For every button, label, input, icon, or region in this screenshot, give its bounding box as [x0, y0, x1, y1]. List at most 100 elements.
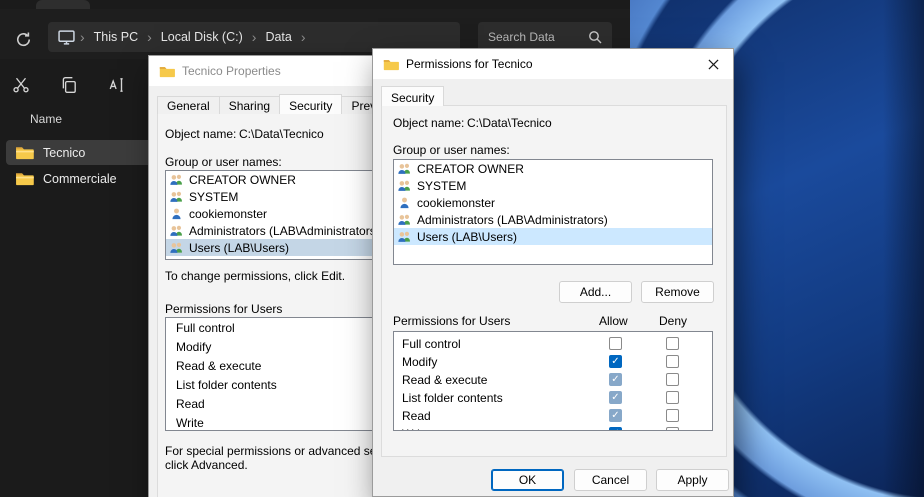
permissions-label: Permissions for Users — [165, 302, 282, 316]
group-icon — [397, 213, 412, 227]
group-icon — [169, 224, 184, 238]
group-list-item[interactable]: Administrators (LAB\Administrators) — [394, 211, 712, 228]
breadcrumb-item[interactable]: This PC — [86, 30, 146, 44]
breadcrumb-item[interactable]: Local Disk (C:) — [153, 30, 251, 44]
chevron-right-icon: › — [251, 29, 258, 45]
permission-name: Modify — [402, 355, 437, 369]
allow-checkbox: ✓ — [609, 373, 622, 386]
permission-name: Write — [176, 416, 204, 430]
deny-checkbox[interactable] — [666, 373, 679, 386]
group-list-item[interactable]: SYSTEM — [394, 177, 712, 194]
deny-column-label: Deny — [659, 314, 687, 328]
close-icon — [708, 59, 719, 70]
permissions-dialog: Permissions for Tecnico Security Object … — [372, 48, 734, 497]
group-name: Users (LAB\Users) — [417, 230, 517, 244]
permissions-dialog-title: Permissions for Tecnico — [406, 57, 533, 71]
group-list-label: Group or user names: — [393, 143, 510, 157]
group-list-item[interactable]: cookiemonster — [394, 194, 712, 211]
deny-checkbox[interactable] — [666, 409, 679, 422]
group-name: SYSTEM — [189, 190, 238, 204]
breadcrumb-item[interactable]: Data — [257, 30, 299, 44]
group-name: cookiemonster — [189, 207, 267, 221]
permission-name: Write — [402, 427, 430, 431]
allow-checkbox[interactable]: ✓ — [609, 427, 622, 431]
permission-row: Full control — [394, 335, 712, 353]
cancel-button[interactable]: Cancel — [574, 469, 647, 491]
group-list-label: Group or user names: — [165, 155, 282, 169]
group-icon — [397, 230, 412, 244]
user-icon — [169, 207, 184, 221]
permission-name: Modify — [176, 340, 211, 354]
chevron-right-icon: › — [146, 29, 153, 45]
search-icon — [588, 30, 602, 44]
object-name-label: Object name: — [393, 116, 464, 130]
tab-general[interactable]: General — [157, 96, 220, 114]
group-icon — [397, 179, 412, 193]
tab-security[interactable]: Security — [279, 94, 342, 114]
object-name-value: C:\Data\Tecnico — [467, 116, 552, 130]
permission-row: List folder contents✓ — [394, 389, 712, 407]
allow-column-label: Allow — [599, 314, 628, 328]
add-button[interactable]: Add... — [559, 281, 632, 303]
chevron-right-icon: › — [79, 29, 86, 45]
permission-name: Read & execute — [176, 359, 261, 373]
group-name: Administrators (LAB\Administrators) — [417, 213, 608, 227]
tab-security[interactable]: Security — [381, 86, 444, 106]
group-list-item[interactable]: CREATOR OWNER — [394, 160, 712, 177]
copy-icon[interactable] — [60, 76, 78, 94]
apply-button[interactable]: Apply — [656, 469, 729, 491]
group-name: CREATOR OWNER — [417, 162, 524, 176]
group-icon — [397, 162, 412, 176]
cut-icon[interactable] — [12, 76, 30, 94]
close-button[interactable] — [695, 50, 731, 78]
tab-sharing[interactable]: Sharing — [219, 96, 280, 114]
edit-hint: To change permissions, click Edit. — [165, 269, 345, 283]
group-name: Users (LAB\Users) — [189, 241, 289, 255]
deny-checkbox[interactable] — [666, 427, 679, 431]
search-placeholder: Search Data — [488, 30, 555, 44]
permission-row: Write ✓ — [394, 425, 712, 431]
advanced-hint-line1: For special permissions or advanced sett… — [165, 444, 399, 458]
permission-name: Read & execute — [402, 373, 487, 387]
deny-checkbox[interactable] — [666, 355, 679, 368]
advanced-hint-line2: click Advanced. — [165, 458, 248, 472]
explorer-tab[interactable] — [36, 0, 90, 9]
permission-row: Read✓ — [394, 407, 712, 425]
permission-name: List folder contents — [176, 378, 277, 392]
object-name-label: Object name: — [165, 127, 236, 141]
group-name: cookiemonster — [417, 196, 495, 210]
allow-checkbox[interactable]: ✓ — [609, 355, 622, 368]
explorer-command-bar — [12, 76, 126, 94]
file-name: Tecnico — [43, 146, 85, 160]
column-header-name[interactable]: Name — [30, 112, 62, 126]
rename-icon[interactable] — [108, 76, 126, 94]
permission-row: Read & execute ✓ — [394, 371, 712, 389]
folder-icon — [15, 171, 34, 186]
deny-checkbox[interactable] — [666, 391, 679, 404]
folder-icon — [159, 65, 175, 78]
deny-checkbox[interactable] — [666, 337, 679, 350]
object-name-value: C:\Data\Tecnico — [239, 127, 324, 141]
this-pc-icon — [58, 30, 75, 45]
group-icon — [169, 190, 184, 204]
permissions-dialog-titlebar[interactable]: Permissions for Tecnico — [373, 49, 733, 79]
refresh-icon[interactable] — [12, 28, 34, 50]
user-icon — [397, 196, 412, 210]
permission-name: Full control — [176, 321, 235, 335]
permissions-label: Permissions for Users — [393, 314, 510, 328]
permissions-listbox: Full control Modify ✓ Read & execute ✓ List f… — [393, 331, 713, 431]
file-name: Commerciale — [43, 172, 117, 186]
allow-checkbox: ✓ — [609, 409, 622, 422]
permission-name: List folder contents — [402, 391, 503, 405]
desktop: › This PC›Local Disk (C:)›Data› Search D… — [0, 0, 924, 497]
group-list-item[interactable]: Users (LAB\Users) — [394, 228, 712, 245]
group-icon — [169, 173, 184, 187]
folder-icon — [15, 145, 34, 160]
group-icon — [169, 241, 184, 255]
allow-checkbox[interactable] — [609, 337, 622, 350]
ok-button[interactable]: OK — [491, 469, 564, 491]
folder-icon — [383, 58, 399, 71]
properties-dialog-title: Tecnico Properties — [182, 64, 281, 78]
remove-button[interactable]: Remove — [641, 281, 714, 303]
group-listbox: CREATOR OWNERSYSTEM cookiemonster Administ… — [393, 159, 713, 265]
